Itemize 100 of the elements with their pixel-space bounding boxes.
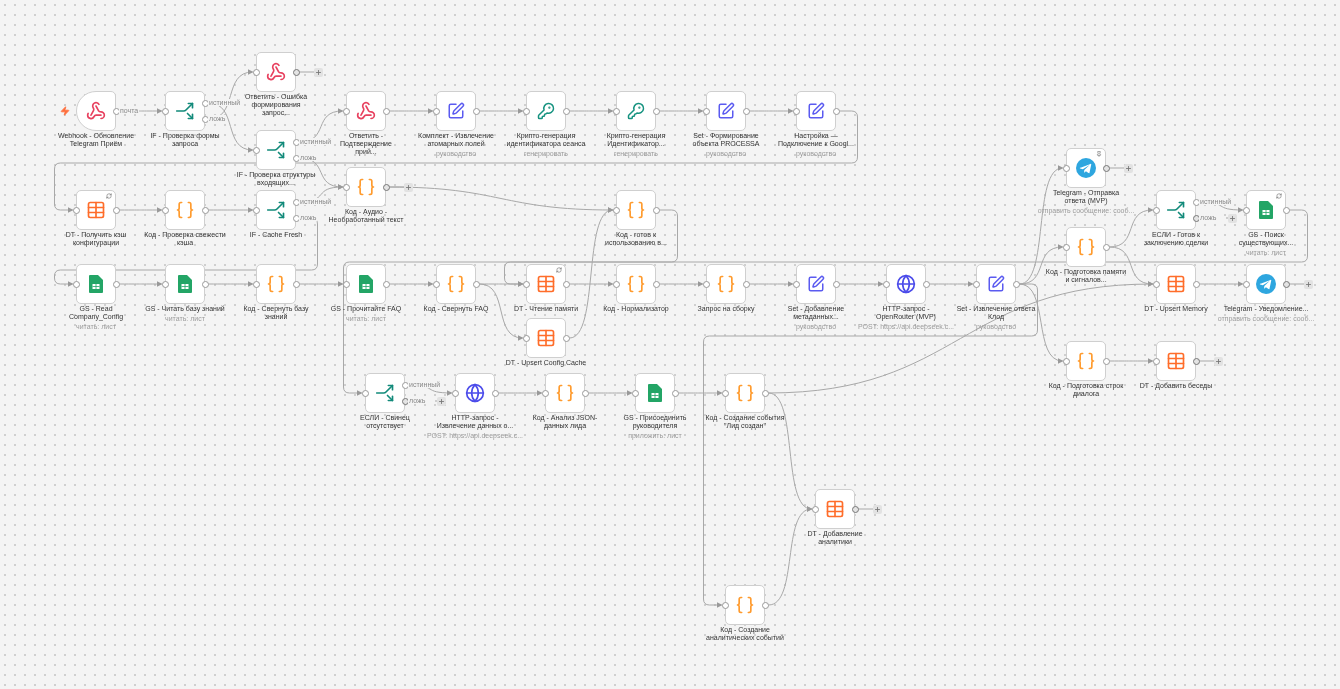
workflow-node[interactable] — [436, 264, 476, 304]
input-port[interactable] — [882, 280, 890, 288]
output-port[interactable] — [851, 505, 859, 513]
output-port[interactable] — [761, 389, 769, 397]
input-port[interactable] — [612, 206, 620, 214]
workflow-node[interactable] — [256, 190, 296, 230]
output-port[interactable] — [562, 334, 570, 342]
workflow-node[interactable] — [346, 91, 386, 131]
workflow-node[interactable] — [616, 91, 656, 131]
input-port[interactable] — [342, 183, 350, 191]
input-port[interactable] — [811, 505, 819, 513]
output-port[interactable] — [1012, 280, 1020, 288]
workflow-node[interactable] — [256, 52, 296, 92]
input-port[interactable] — [72, 280, 80, 288]
workflow-node[interactable] — [1156, 264, 1196, 304]
workflow-node[interactable] — [796, 264, 836, 304]
input-port[interactable] — [702, 107, 710, 115]
output-port[interactable] — [581, 389, 589, 397]
output-port[interactable] — [832, 107, 840, 115]
input-port[interactable] — [1152, 206, 1160, 214]
workflow-node[interactable] — [725, 585, 765, 625]
input-port[interactable] — [522, 107, 530, 115]
workflow-node[interactable] — [545, 373, 585, 413]
output-port[interactable] — [652, 280, 660, 288]
workflow-node[interactable] — [256, 264, 296, 304]
input-port[interactable] — [1062, 243, 1070, 251]
workflow-node[interactable] — [76, 190, 116, 230]
input-port[interactable] — [1242, 206, 1250, 214]
output-port[interactable] — [472, 280, 480, 288]
input-port[interactable] — [541, 389, 549, 397]
workflow-node[interactable] — [976, 264, 1016, 304]
workflow-node[interactable] — [1156, 190, 1196, 230]
output-port[interactable] — [562, 107, 570, 115]
workflow-node[interactable] — [616, 190, 656, 230]
add-node-button[interactable] — [1304, 279, 1313, 289]
workflow-node[interactable] — [1066, 227, 1106, 267]
output-port[interactable] — [742, 107, 750, 115]
output-port[interactable] — [1282, 280, 1290, 288]
input-port[interactable] — [161, 280, 169, 288]
input-port[interactable] — [1062, 357, 1070, 365]
workflow-node[interactable] — [616, 264, 656, 304]
output-port[interactable] — [1192, 357, 1200, 365]
input-port[interactable] — [1242, 280, 1250, 288]
workflow-node[interactable] — [76, 264, 116, 304]
add-node-button[interactable] — [1214, 356, 1223, 366]
add-node-button[interactable] — [404, 182, 413, 192]
input-port[interactable] — [792, 280, 800, 288]
output-port[interactable] — [201, 280, 209, 288]
input-port[interactable] — [1152, 280, 1160, 288]
workflow-node[interactable] — [165, 190, 205, 230]
output-port[interactable] — [922, 280, 930, 288]
add-node-button[interactable] — [1124, 163, 1133, 173]
input-port[interactable] — [342, 280, 350, 288]
output-port[interactable] — [491, 389, 499, 397]
input-port[interactable] — [972, 280, 980, 288]
workflow-node[interactable] — [706, 91, 746, 131]
workflow-node[interactable] — [635, 373, 675, 413]
input-port[interactable] — [451, 389, 459, 397]
workflow-node[interactable] — [436, 91, 476, 131]
output-port[interactable] — [761, 601, 769, 609]
output-port[interactable] — [832, 280, 840, 288]
workflow-node[interactable] — [455, 373, 495, 413]
output-port[interactable] — [652, 206, 660, 214]
workflow-node[interactable] — [526, 264, 566, 304]
input-port[interactable] — [161, 107, 169, 115]
output-port[interactable] — [1282, 206, 1290, 214]
add-node-button[interactable] — [1228, 213, 1237, 223]
input-port[interactable] — [721, 601, 729, 609]
workflow-node[interactable] — [256, 130, 296, 170]
workflow-node[interactable] — [815, 489, 855, 529]
input-port[interactable] — [252, 206, 260, 214]
output-port[interactable] — [382, 107, 390, 115]
output-port[interactable] — [652, 107, 660, 115]
output-port[interactable] — [742, 280, 750, 288]
input-port[interactable] — [361, 389, 369, 397]
workflow-node[interactable] — [165, 264, 205, 304]
input-port[interactable] — [631, 389, 639, 397]
output-port[interactable] — [671, 389, 679, 397]
input-port[interactable] — [161, 206, 169, 214]
input-port[interactable] — [252, 146, 260, 154]
workflow-node[interactable] — [796, 91, 836, 131]
add-node-button[interactable] — [873, 504, 882, 514]
input-port[interactable] — [342, 107, 350, 115]
input-port[interactable] — [252, 280, 260, 288]
workflow-node[interactable] — [886, 264, 926, 304]
output-port[interactable] — [1102, 164, 1110, 172]
output-port[interactable] — [1192, 280, 1200, 288]
input-port[interactable] — [792, 107, 800, 115]
input-port[interactable] — [1152, 357, 1160, 365]
workflow-node[interactable] — [526, 318, 566, 358]
output-port[interactable] — [201, 206, 209, 214]
workflow-node[interactable] — [725, 373, 765, 413]
workflow-node[interactable] — [1246, 264, 1286, 304]
workflow-node[interactable] — [365, 373, 405, 413]
input-port[interactable] — [721, 389, 729, 397]
output-port[interactable] — [1102, 243, 1110, 251]
workflow-node[interactable] — [346, 264, 386, 304]
output-port[interactable] — [1102, 357, 1110, 365]
workflow-node[interactable] — [165, 91, 205, 131]
input-port[interactable] — [1062, 164, 1070, 172]
